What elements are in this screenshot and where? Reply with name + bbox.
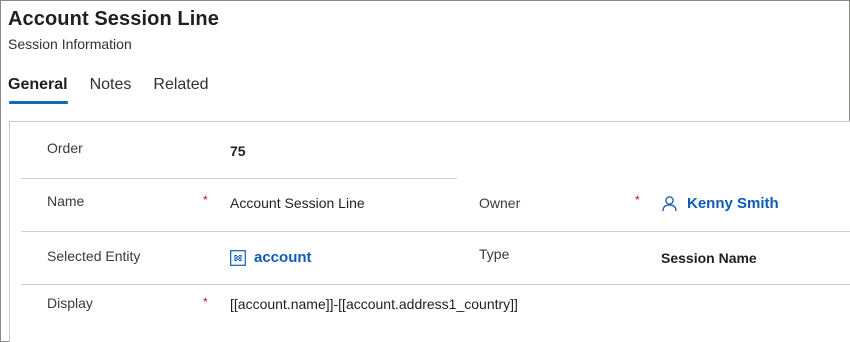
selected-entity-value: account [254, 249, 312, 266]
selected-entity-label: Selected Entity [47, 248, 141, 264]
tab-bar: General Notes Related [8, 74, 231, 104]
display-required-marker: * [203, 295, 208, 309]
type-field[interactable]: Session Name [661, 250, 757, 266]
name-field[interactable]: Account Session Line [230, 195, 365, 211]
page-title: Account Session Line [8, 8, 219, 30]
display-label: Display [47, 295, 93, 311]
divider [21, 231, 850, 232]
tab-general[interactable]: General [8, 74, 68, 104]
user-icon [661, 195, 678, 212]
tab-notes[interactable]: Notes [90, 74, 132, 104]
form-panel: Order 75 Name * Account Session Line Own… [9, 121, 850, 342]
divider [21, 178, 457, 179]
owner-lookup-link[interactable]: Kenny Smith [661, 195, 779, 212]
owner-label: Owner [479, 195, 521, 211]
name-label: Name [47, 193, 85, 209]
owner-required-marker: * [635, 193, 640, 207]
order-label: Order [47, 140, 83, 156]
page-subtitle: Session Information [8, 36, 132, 52]
order-field[interactable]: 75 [230, 143, 246, 159]
display-field[interactable]: [[account.name]]-[[account.address1_coun… [230, 296, 518, 312]
name-required-marker: * [203, 193, 208, 207]
tab-related[interactable]: Related [153, 74, 208, 104]
owner-value: Kenny Smith [687, 195, 779, 212]
entity-icon [230, 249, 246, 266]
selected-entity-link[interactable]: account [230, 249, 312, 266]
divider [21, 284, 850, 285]
type-label: Type [479, 246, 510, 262]
